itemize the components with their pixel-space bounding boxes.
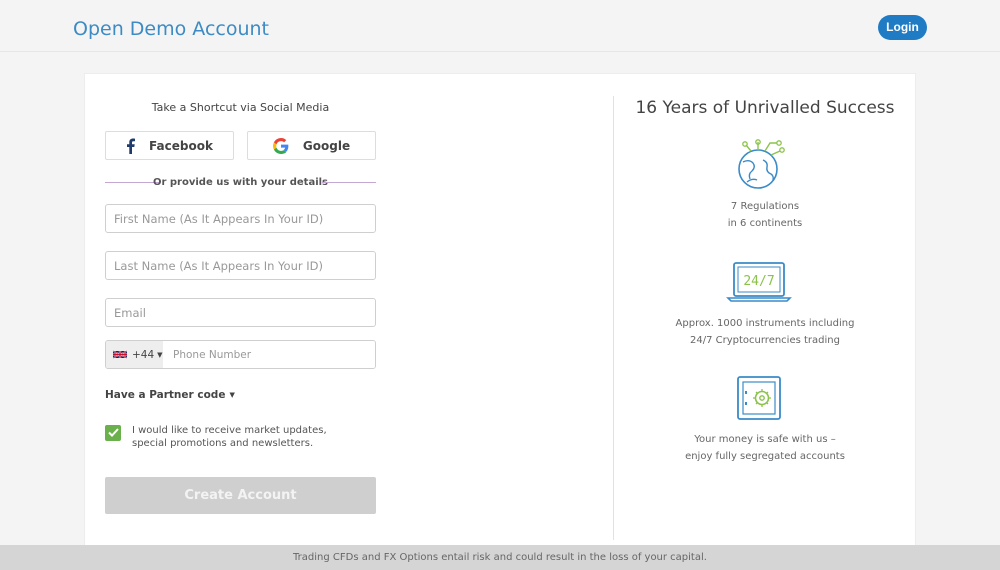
checkmark-icon <box>107 424 119 442</box>
laptop-24-7-icon: 24/7 <box>726 261 792 308</box>
facebook-label: Facebook <box>149 138 213 153</box>
partner-code-label: Have a Partner code <box>105 389 226 401</box>
newsletter-checkbox[interactable] <box>105 425 121 441</box>
last-name-input[interactable] <box>105 251 376 280</box>
first-name-input[interactable] <box>105 204 376 233</box>
benefits-title: 16 Years of Unrivalled Success <box>635 98 895 118</box>
login-button[interactable]: Login <box>878 15 927 40</box>
email-input[interactable] <box>105 298 376 327</box>
safe-icon <box>736 375 782 426</box>
google-label: Google <box>302 138 351 153</box>
laptop-screen-text: 24/7 <box>743 274 774 289</box>
benefit-text-line: enjoy fully segregated accounts <box>685 451 845 462</box>
risk-disclaimer-footer: Trading CFDs and FX Options entail risk … <box>0 545 1000 570</box>
phone-number-input[interactable] <box>163 341 375 368</box>
page-title: Open Demo Account <box>73 18 269 40</box>
benefit-safety: Your money is safe with us – enjoy fully… <box>614 431 916 465</box>
benefit-text-line: 24/7 Cryptocurrencies trading <box>690 335 840 346</box>
benefit-instruments: Approx. 1000 instruments including 24/7 … <box>614 315 916 349</box>
social-shortcut-heading: Take a Shortcut via Social Media <box>151 101 330 114</box>
chevron-down-icon: ▼ <box>157 350 163 359</box>
benefit-text-line: 7 Regulations <box>730 201 800 212</box>
uk-flag-icon <box>112 350 128 359</box>
google-button[interactable]: Google <box>247 131 376 160</box>
benefit-text-line: in 6 continents <box>727 218 803 229</box>
google-icon <box>272 137 289 154</box>
country-code-value: +44 <box>132 348 155 361</box>
country-code-select[interactable]: +44 ▼ <box>106 341 163 368</box>
benefit-regulations: 7 Regulations in 6 continents <box>614 198 916 232</box>
partner-code-toggle[interactable]: Have a Partner code ▼ <box>105 389 235 401</box>
top-bar: Open Demo Account Login <box>0 0 1000 52</box>
or-divider: Or provide us with your details <box>105 176 376 190</box>
globe-circuit-icon <box>733 138 787 197</box>
phone-field: +44 ▼ <box>105 340 376 369</box>
create-account-button[interactable]: Create Account <box>105 477 376 514</box>
caret-down-icon: ▼ <box>229 391 235 399</box>
benefit-text-line: Approx. 1000 instruments including <box>675 318 855 329</box>
benefit-text-line: Your money is safe with us – <box>694 434 836 445</box>
facebook-icon <box>126 138 136 154</box>
newsletter-consent-text: I would like to receive market updates, … <box>132 425 327 449</box>
facebook-button[interactable]: Facebook <box>105 131 234 160</box>
divider-line-right <box>322 182 376 183</box>
